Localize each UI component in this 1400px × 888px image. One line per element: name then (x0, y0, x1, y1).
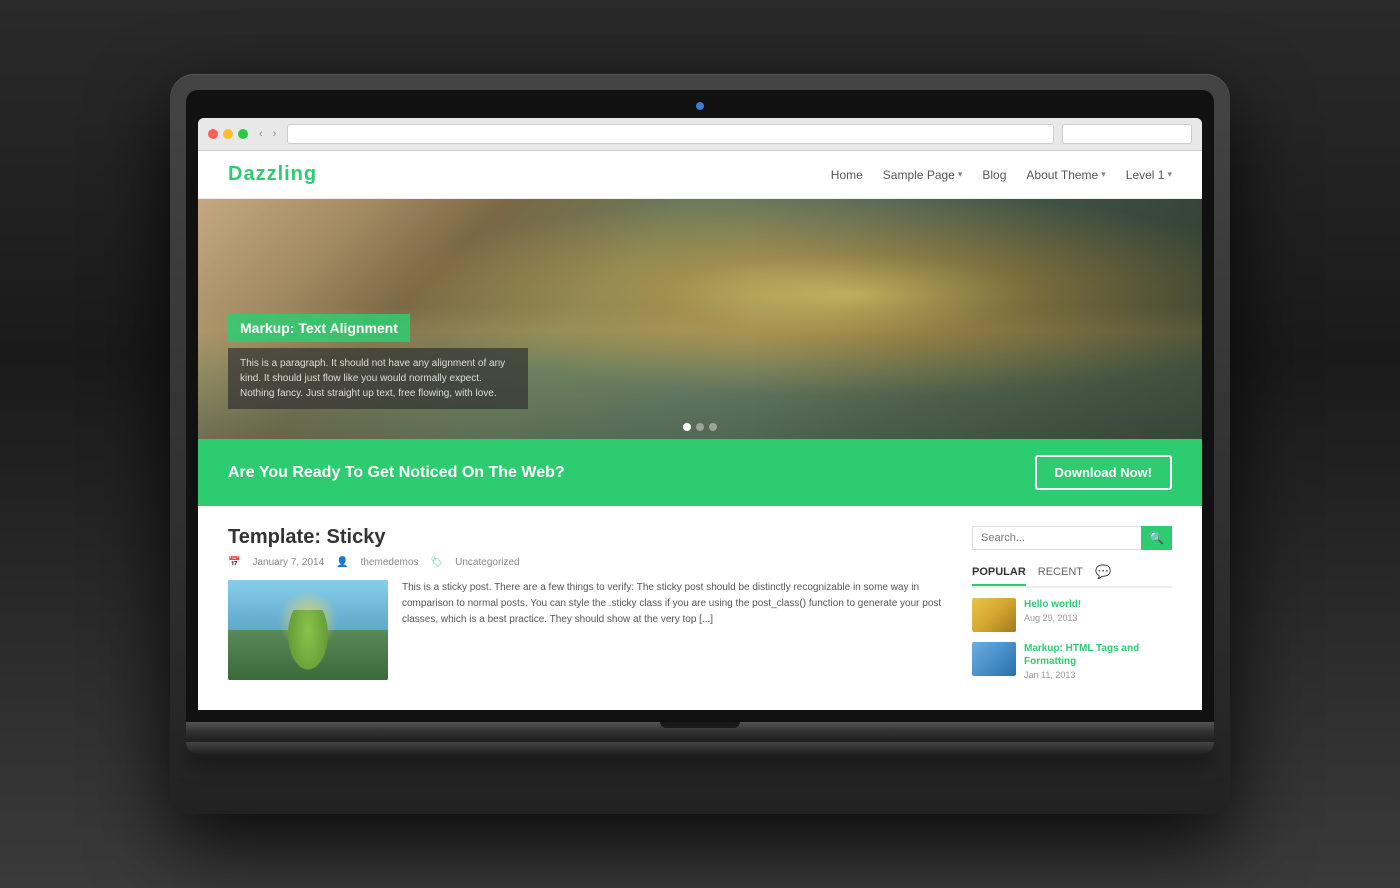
close-button[interactable] (208, 129, 218, 139)
nav-item-sample-page[interactable]: Sample Page ▾ (883, 168, 963, 182)
post-body: This is a sticky post. There are a few t… (228, 580, 952, 680)
nav-item-home[interactable]: Home (831, 168, 863, 182)
post-thumbnail (228, 580, 388, 680)
cta-text: Are You Ready To Get Noticed On The Web? (228, 464, 565, 482)
sidebar-post-info-2: Markup: HTML Tags and Formatting Jan 11,… (1024, 642, 1172, 680)
website-content: Dazzling Home Sample Page ▾ Blog About T… (198, 151, 1202, 710)
post-author: themedemos (361, 557, 419, 568)
hero-trees-decoration (750, 199, 1202, 439)
chevron-down-icon-2: ▾ (1101, 169, 1106, 180)
sidebar-thumb-2 (972, 642, 1016, 676)
browser-window: ‹ › Dazzling Home Sample Page ▾ (198, 118, 1202, 710)
sidebar-post-date-2: Jan 11, 2013 (1024, 670, 1172, 680)
slider-dots (683, 423, 717, 431)
user-icon: 👤 (336, 557, 348, 568)
maximize-button[interactable] (238, 129, 248, 139)
sidebar-search-input[interactable] (972, 526, 1141, 550)
hero-content: Markup: Text Alignment This is a paragra… (228, 314, 528, 409)
hero-title: Markup: Text Alignment (228, 314, 410, 342)
browser-nav: ‹ › (256, 126, 279, 142)
tag-icon: 🏷 (430, 557, 443, 568)
laptop-base (186, 722, 1214, 740)
back-button[interactable]: ‹ (256, 126, 266, 142)
site-header: Dazzling Home Sample Page ▾ Blog About T… (198, 151, 1202, 199)
laptop: ‹ › Dazzling Home Sample Page ▾ (170, 74, 1230, 814)
laptop-bottom (186, 742, 1214, 754)
sidebar-post-title-2[interactable]: Markup: HTML Tags and Formatting (1024, 642, 1172, 668)
webcam-dot (696, 102, 704, 110)
post-title: Template: Sticky (228, 526, 952, 549)
sidebar-post-date-1: Aug 29, 2013 (1024, 613, 1172, 623)
hero-slider[interactable]: Markup: Text Alignment This is a paragra… (198, 199, 1202, 439)
sidebar-search-button[interactable]: 🔍 (1141, 526, 1172, 550)
nav-item-about-theme[interactable]: About Theme ▾ (1026, 168, 1105, 182)
chevron-down-icon-3: ▾ (1167, 169, 1172, 180)
sidebar-post-2: Markup: HTML Tags and Formatting Jan 11,… (972, 642, 1172, 680)
sidebar-post-title-1[interactable]: Hello world! (1024, 598, 1172, 611)
hero-description: This is a paragraph. It should not have … (228, 348, 528, 409)
nav-item-blog[interactable]: Blog (982, 168, 1006, 182)
post-meta: 📅 January 7, 2014 👤 themedemos 🏷 Uncateg… (228, 557, 952, 568)
laptop-notch (660, 722, 740, 728)
browser-search-input[interactable] (1062, 124, 1192, 144)
sidebar-tabs: POPULAR RECENT 💬 (972, 564, 1172, 588)
post-date: January 7, 2014 (252, 557, 324, 568)
sidebar-post-info-1: Hello world! Aug 29, 2013 (1024, 598, 1172, 623)
traffic-lights (208, 129, 248, 139)
forward-button[interactable]: › (270, 126, 280, 142)
minimize-button[interactable] (223, 129, 233, 139)
tab-comments[interactable]: 💬 (1095, 564, 1111, 588)
post-excerpt: This is a sticky post. There are a few t… (402, 580, 952, 680)
post-category: Uncategorized (455, 557, 519, 568)
main-content: Template: Sticky 📅 January 7, 2014 👤 the… (198, 506, 1202, 710)
slider-dot-2[interactable] (696, 423, 704, 431)
browser-chrome: ‹ › (198, 118, 1202, 151)
site-logo: Dazzling (228, 163, 317, 186)
address-bar[interactable] (287, 124, 1054, 144)
tab-recent[interactable]: RECENT (1038, 566, 1083, 586)
nav-item-level1[interactable]: Level 1 ▾ (1126, 168, 1172, 182)
sidebar-thumb-1 (972, 598, 1016, 632)
sidebar-post-1: Hello world! Aug 29, 2013 (972, 598, 1172, 632)
chevron-down-icon: ▾ (958, 169, 963, 180)
slider-dot-1[interactable] (683, 423, 691, 431)
calendar-icon: 📅 (228, 557, 240, 568)
slider-dot-3[interactable] (709, 423, 717, 431)
search-icon: 🔍 (1149, 531, 1164, 545)
blog-area: Template: Sticky 📅 January 7, 2014 👤 the… (228, 526, 952, 690)
tab-popular[interactable]: POPULAR (972, 566, 1026, 586)
download-now-button[interactable]: Download Now! (1035, 455, 1173, 490)
screen-bezel: ‹ › Dazzling Home Sample Page ▾ (186, 90, 1214, 722)
sidebar: 🔍 POPULAR RECENT 💬 Hello world! (972, 526, 1172, 690)
cta-banner: Are You Ready To Get Noticed On The Web?… (198, 439, 1202, 506)
sidebar-search: 🔍 (972, 526, 1172, 550)
site-nav: Home Sample Page ▾ Blog About Theme ▾ Le… (831, 168, 1172, 182)
